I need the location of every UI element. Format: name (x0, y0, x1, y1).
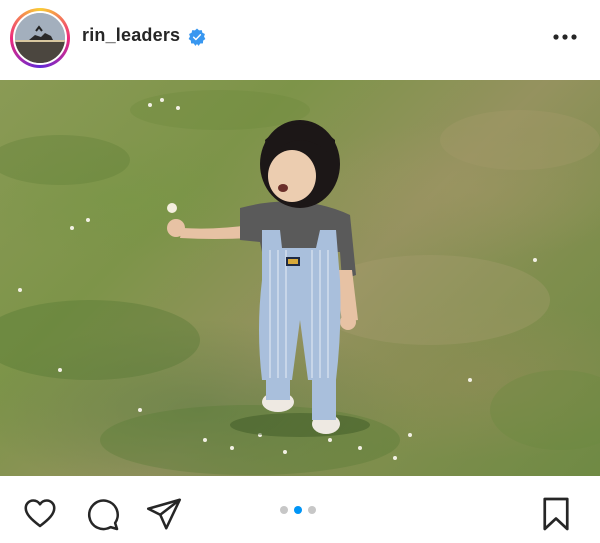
child-figure (167, 120, 358, 434)
carousel-dot[interactable] (308, 506, 316, 514)
story-ring[interactable] (10, 8, 70, 68)
heart-icon[interactable] (22, 496, 58, 532)
avatar-image (15, 13, 65, 63)
photo-scene (0, 90, 600, 475)
avatar[interactable] (15, 13, 65, 63)
verified-badge-icon (188, 28, 206, 46)
send-icon[interactable] (146, 496, 182, 532)
comment-icon[interactable] (84, 496, 120, 532)
post-header: rin_leaders (0, 0, 600, 78)
carousel-dot-active[interactable] (294, 506, 302, 514)
post-photo[interactable] (0, 80, 600, 476)
more-options-icon[interactable] (552, 30, 578, 44)
bookmark-icon[interactable] (538, 496, 574, 532)
carousel-dot[interactable] (280, 506, 288, 514)
carousel-indicator (280, 506, 316, 514)
username[interactable]: rin_leaders (82, 25, 180, 46)
